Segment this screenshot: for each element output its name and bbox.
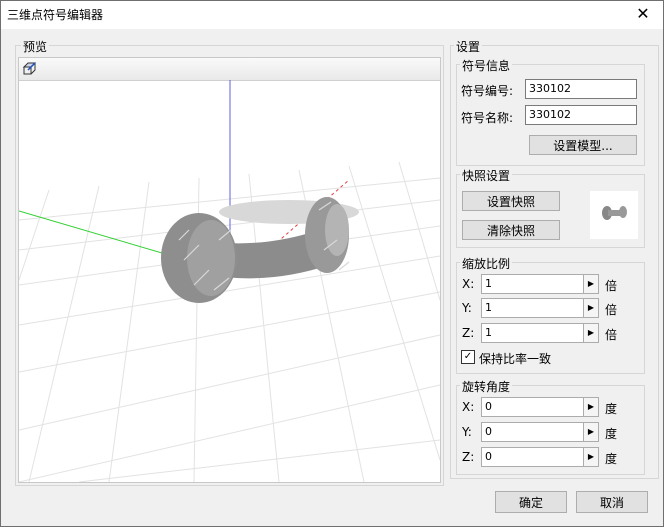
scale-y-unit: 倍: [605, 303, 618, 317]
snapshot-thumbnail: [590, 191, 638, 239]
clear-snapshot-button[interactable]: 清除快照: [462, 220, 560, 240]
model-thumbnail-icon: [602, 206, 627, 220]
close-icon[interactable]: ✕: [623, 1, 663, 29]
ok-button[interactable]: 确定: [495, 491, 567, 513]
symbol-editor-window: 三维点符号编辑器 ✕ 预览 设置 符号信息 符号编号: 330102 符号名称:…: [0, 0, 664, 527]
scale-x-value: 1: [485, 277, 492, 290]
scene-3d: [19, 80, 440, 482]
scale-y-spinner[interactable]: 1 ▶: [481, 298, 599, 318]
rotation-z-unit: 度: [605, 452, 618, 466]
rotation-y-label: Y:: [462, 425, 472, 439]
set-model-button[interactable]: 设置模型...: [529, 135, 637, 155]
keep-ratio-label: 保持比率一致: [479, 352, 552, 366]
scale-z-value: 1: [485, 326, 492, 339]
rotation-y-unit: 度: [605, 427, 618, 441]
scale-z-label: Z:: [462, 326, 475, 340]
rotation-x-value: 0: [485, 400, 492, 413]
spin-arrow-icon[interactable]: ▶: [583, 299, 598, 317]
spin-arrow-icon[interactable]: ▶: [583, 448, 598, 466]
window-title: 三维点符号编辑器: [7, 8, 104, 22]
title-bar: 三维点符号编辑器 ✕: [1, 1, 663, 29]
preview-label: 预览: [21, 38, 50, 55]
spin-arrow-icon[interactable]: ▶: [583, 324, 598, 342]
spin-arrow-icon[interactable]: ▶: [583, 423, 598, 441]
rotation-z-label: Z:: [462, 450, 475, 464]
scale-z-unit: 倍: [605, 328, 618, 342]
scale-x-unit: 倍: [605, 279, 618, 293]
symbol-info-label: 符号信息: [460, 57, 513, 74]
keep-ratio-checkbox[interactable]: ✓: [461, 350, 475, 364]
settings-label: 设置: [454, 38, 483, 55]
scale-y-value: 1: [485, 301, 492, 314]
scale-y-label: Y:: [462, 301, 472, 315]
rotation-y-value: 0: [485, 425, 492, 438]
scale-x-spinner[interactable]: 1 ▶: [481, 274, 599, 294]
box-view-icon[interactable]: [23, 62, 37, 76]
spin-arrow-icon[interactable]: ▶: [583, 398, 598, 416]
set-snapshot-button[interactable]: 设置快照: [462, 191, 560, 211]
cancel-button[interactable]: 取消: [576, 491, 648, 513]
symbol-code-label: 符号编号:: [461, 84, 514, 98]
rotation-label: 旋转角度: [460, 378, 513, 395]
rotation-x-spinner[interactable]: 0 ▶: [481, 397, 599, 417]
rotation-y-spinner[interactable]: 0 ▶: [481, 422, 599, 442]
scale-label: 缩放比例: [460, 255, 513, 272]
preview-toolbar: [19, 58, 440, 81]
rotation-z-value: 0: [485, 450, 492, 463]
symbol-name-label: 符号名称:: [461, 111, 514, 125]
rotation-z-spinner[interactable]: 0 ▶: [481, 447, 599, 467]
spin-arrow-icon[interactable]: ▶: [583, 275, 598, 293]
symbol-code-input[interactable]: 330102: [525, 79, 637, 99]
rotation-x-unit: 度: [605, 402, 618, 416]
preview-viewport[interactable]: [18, 57, 441, 483]
scale-z-spinner[interactable]: 1 ▶: [481, 323, 599, 343]
scale-x-label: X:: [462, 277, 475, 291]
snapshot-label: 快照设置: [460, 167, 513, 184]
rotation-x-label: X:: [462, 400, 475, 414]
symbol-name-input[interactable]: 330102: [525, 105, 637, 125]
